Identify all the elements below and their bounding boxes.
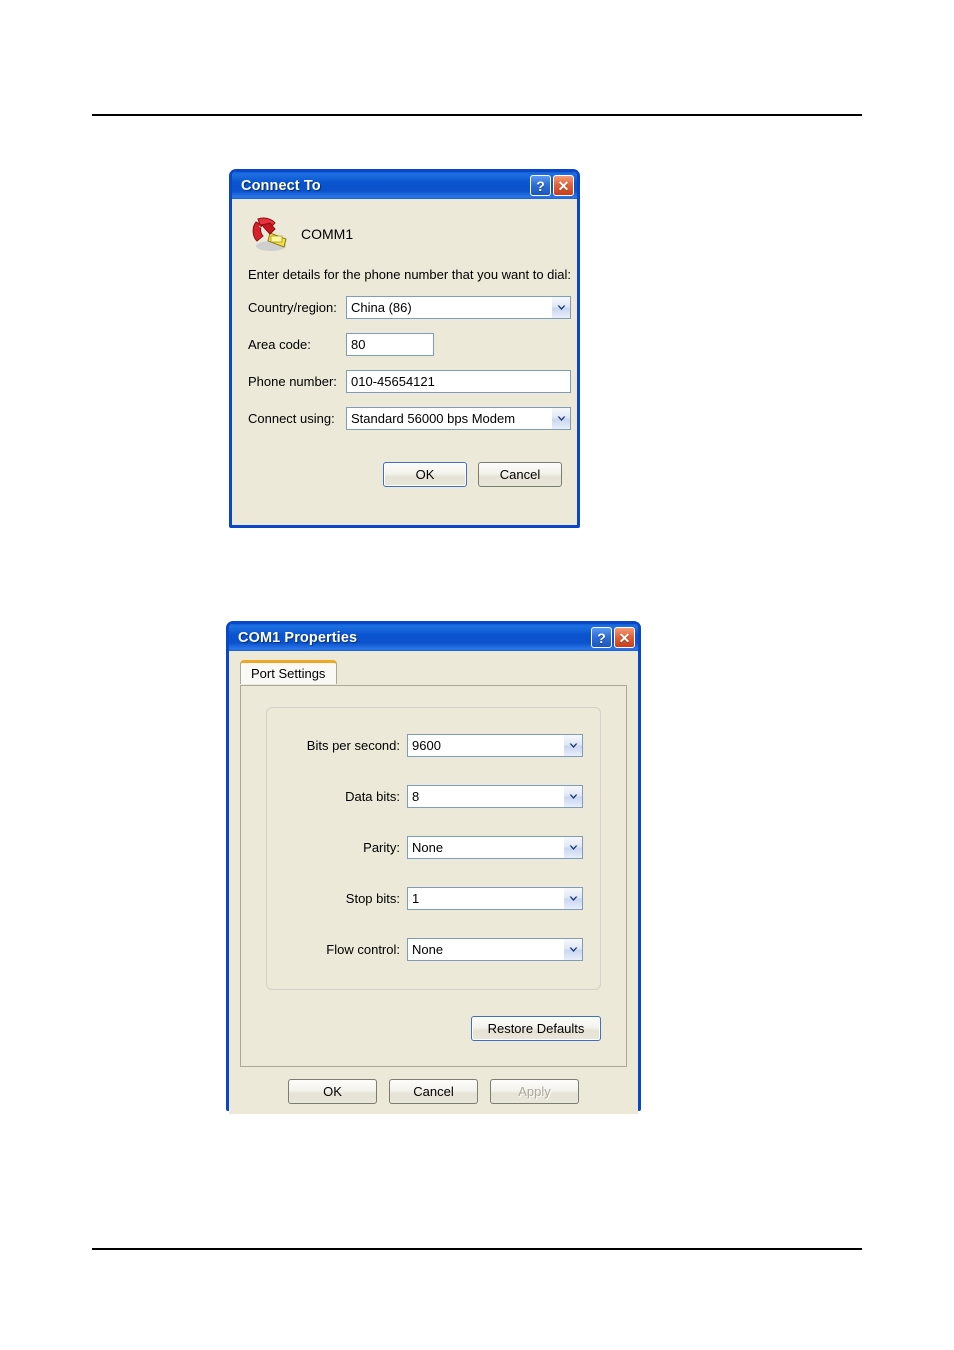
setting-row-flow-control: Flow control: None	[267, 938, 600, 961]
setting-row-bits-per-second: Bits per second: 9600	[267, 734, 600, 757]
cancel-button[interactable]: Cancel	[389, 1079, 478, 1104]
ok-button[interactable]: OK	[288, 1079, 377, 1104]
titlebar-buttons: ? ✕	[530, 175, 574, 196]
bits-per-second-value: 9600	[412, 738, 441, 753]
chevron-down-icon[interactable]	[551, 408, 570, 429]
connect-to-title: Connect To	[241, 177, 321, 194]
close-icon[interactable]: ✕	[614, 627, 635, 648]
connect-to-dialog: Connect To ? ✕ COMM1 Enter details for t	[229, 169, 580, 528]
field-row-connect-using: Connect using: Standard 56000 bps Modem	[232, 407, 577, 430]
restore-defaults-wrap: Restore Defaults	[471, 1016, 601, 1041]
phone-number-input[interactable]: 010-45654121	[346, 370, 571, 393]
chevron-down-icon[interactable]	[563, 939, 582, 960]
field-row-phone-number: Phone number: 010-45654121	[232, 370, 577, 393]
help-icon[interactable]: ?	[591, 627, 612, 648]
parity-select[interactable]: None	[407, 836, 583, 859]
com1-titlebar[interactable]: COM1 Properties ? ✕	[229, 624, 638, 651]
data-bits-value: 8	[412, 789, 420, 804]
connect-to-titlebar[interactable]: Connect To ? ✕	[232, 172, 577, 199]
connection-name: COMM1	[301, 225, 354, 242]
page-header-rule	[92, 114, 862, 116]
area-code-label: Area code:	[248, 337, 311, 352]
port-settings-panel: Bits per second: 9600 Data bits: 8 Parit…	[240, 685, 627, 1067]
country-region-value: China (86)	[351, 300, 412, 315]
flow-control-value: None	[412, 942, 444, 957]
setting-row-stop-bits: Stop bits: 1	[267, 887, 600, 910]
connect-using-select[interactable]: Standard 56000 bps Modem	[346, 407, 571, 430]
connect-using-label: Connect using:	[248, 411, 335, 426]
data-bits-label: Data bits:	[345, 789, 400, 804]
close-icon[interactable]: ✕	[553, 175, 574, 196]
setting-row-parity: Parity: None	[267, 836, 600, 859]
titlebar-buttons: ? ✕	[591, 627, 635, 648]
telephone-icon	[248, 216, 290, 252]
chevron-down-icon[interactable]	[563, 837, 582, 858]
chevron-down-icon[interactable]	[551, 297, 570, 318]
setting-row-data-bits: Data bits: 8	[267, 785, 600, 808]
com1-title: COM1 Properties	[238, 629, 358, 646]
country-region-label: Country/region:	[248, 300, 337, 315]
chevron-down-icon[interactable]	[563, 786, 582, 807]
chevron-down-icon[interactable]	[563, 888, 582, 909]
parity-label: Parity:	[363, 840, 400, 855]
stop-bits-value: 1	[412, 891, 420, 906]
parity-value: None	[412, 840, 444, 855]
help-icon[interactable]: ?	[530, 175, 551, 196]
connect-using-value: Standard 56000 bps Modem	[351, 411, 516, 426]
cancel-button[interactable]: Cancel	[478, 462, 562, 487]
apply-button: Apply	[490, 1079, 579, 1104]
stop-bits-select[interactable]: 1	[407, 887, 583, 910]
field-row-area-code: Area code: 80	[232, 333, 577, 356]
ok-button[interactable]: OK	[383, 462, 467, 487]
data-bits-select[interactable]: 8	[407, 785, 583, 808]
instructions-text: Enter details for the phone number that …	[248, 267, 572, 282]
bits-per-second-label: Bits per second:	[306, 738, 400, 753]
tab-port-settings[interactable]: Port Settings	[240, 660, 338, 684]
connect-to-button-row: OK Cancel	[232, 462, 577, 487]
bits-per-second-select[interactable]: 9600	[407, 734, 583, 757]
phone-number-label: Phone number:	[248, 374, 337, 389]
area-code-input[interactable]: 80	[346, 333, 434, 356]
tabstrip: Port Settings	[229, 651, 638, 684]
page-footer-rule	[92, 1248, 862, 1250]
flow-control-select[interactable]: None	[407, 938, 583, 961]
com1-body: Port Settings Bits per second: 9600 Data…	[229, 651, 638, 1114]
chevron-down-icon[interactable]	[563, 735, 582, 756]
stop-bits-label: Stop bits:	[345, 891, 400, 906]
com1-button-row: OK Cancel Apply	[229, 1079, 638, 1104]
connection-header: COMM1	[232, 199, 577, 251]
com1-properties-dialog: COM1 Properties ? ✕ Port Settings Bits p…	[226, 621, 641, 1114]
restore-defaults-button[interactable]: Restore Defaults	[471, 1016, 601, 1041]
port-settings-groupbox: Bits per second: 9600 Data bits: 8 Parit…	[266, 707, 601, 990]
field-row-country: Country/region: China (86)	[232, 296, 577, 319]
connect-to-body: COMM1 Enter details for the phone number…	[232, 199, 577, 487]
flow-control-label: Flow control:	[326, 942, 400, 957]
country-region-select[interactable]: China (86)	[346, 296, 571, 319]
